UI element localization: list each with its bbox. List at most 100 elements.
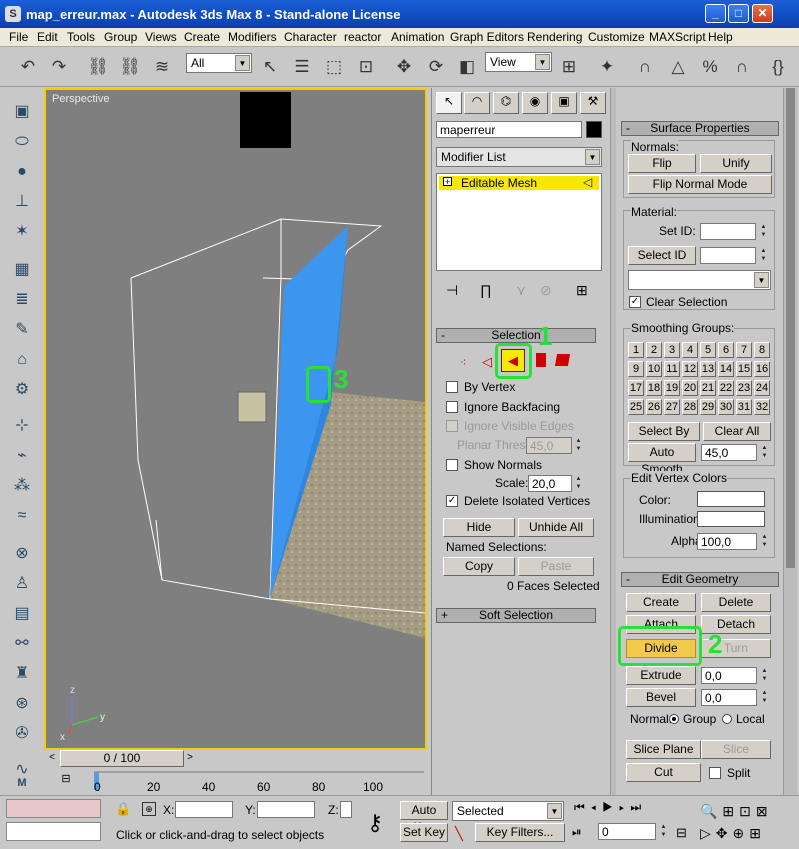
- document-icon[interactable]: ▤: [10, 602, 34, 626]
- menu-reactor[interactable]: reactor: [344, 30, 381, 44]
- planar-thresh-spinner[interactable]: ▲ ▼: [574, 437, 583, 454]
- panel-scrollbar[interactable]: [610, 88, 616, 800]
- smoothing-group-button[interactable]: 21: [700, 380, 716, 396]
- z-coordinate-field[interactable]: [340, 801, 352, 818]
- modifier-icon[interactable]: ✎: [10, 318, 34, 342]
- bones-icon[interactable]: ⚯: [10, 632, 34, 656]
- redo-icon[interactable]: ↷: [47, 55, 71, 79]
- bevel-field[interactable]: 0,0: [701, 689, 757, 706]
- menu-tools[interactable]: Tools: [67, 30, 95, 44]
- time-slider[interactable]: < 0 / 100 >: [44, 750, 427, 768]
- menu-help[interactable]: Help: [708, 30, 733, 44]
- scale-icon[interactable]: ◧: [455, 55, 479, 79]
- smoothing-group-button[interactable]: 23: [736, 380, 752, 396]
- x-coordinate-field[interactable]: [175, 801, 233, 818]
- create-box-icon[interactable]: ▣: [10, 100, 34, 124]
- modify-tab-icon[interactable]: ◠: [464, 92, 490, 114]
- menu-maxscript[interactable]: MAXScript: [649, 30, 706, 44]
- slice-button[interactable]: Slice: [701, 740, 771, 759]
- angle-snap-icon[interactable]: △: [666, 55, 690, 79]
- scale-spinner[interactable]: ▲ ▼: [574, 475, 583, 492]
- key-icon[interactable]: ⚷: [356, 804, 394, 842]
- unhide-all-button[interactable]: Unhide All: [518, 518, 594, 537]
- auto-smooth-field[interactable]: 45,0: [701, 444, 757, 461]
- by-vertex-checkbox[interactable]: [446, 381, 458, 393]
- perspective-viewport[interactable]: Perspective z y x 3: [44, 88, 427, 750]
- menu-file[interactable]: File: [9, 30, 28, 44]
- slice-plane-button[interactable]: Slice Plane: [626, 740, 701, 759]
- set-key-button[interactable]: Set Key: [400, 823, 448, 842]
- menu-graph-editors[interactable]: Graph Editors: [450, 30, 524, 44]
- smoothing-group-button[interactable]: 16: [754, 361, 770, 377]
- clear-all-button[interactable]: Clear All: [703, 422, 771, 441]
- smoothing-group-button[interactable]: 31: [736, 399, 752, 415]
- smoothing-group-button[interactable]: 14: [718, 361, 734, 377]
- smoothing-group-button[interactable]: 28: [682, 399, 698, 415]
- smoothing-group-button[interactable]: 30: [718, 399, 734, 415]
- display-tab-icon[interactable]: ▣: [551, 92, 577, 114]
- smoothing-group-button[interactable]: 24: [754, 380, 770, 396]
- make-unique-icon[interactable]: ⋎: [516, 282, 526, 299]
- menu-group[interactable]: Group: [104, 30, 137, 44]
- alpha-field[interactable]: 100,0: [697, 533, 757, 550]
- select-manipulate-icon[interactable]: ✦: [595, 55, 619, 79]
- display-icon[interactable]: ⊹: [10, 414, 34, 438]
- bevel-button[interactable]: Bevel: [626, 688, 696, 707]
- move-icon[interactable]: ✥: [392, 55, 416, 79]
- extrude-button[interactable]: Extrude: [626, 666, 696, 685]
- named-selection-icon[interactable]: {}: [766, 55, 790, 79]
- menu-edit[interactable]: Edit: [37, 30, 58, 44]
- utilities-icon[interactable]: ⌁: [10, 444, 34, 468]
- select-link-icon[interactable]: ⛓: [86, 55, 110, 79]
- cylinder-icon[interactable]: ⬭: [10, 130, 34, 154]
- element-mode-icon[interactable]: [554, 354, 571, 366]
- absolute-mode-icon[interactable]: ⊕: [142, 802, 156, 816]
- playback-controls[interactable]: ⏮◂▶▸⏭: [574, 800, 684, 820]
- remove-modifier-icon[interactable]: ⊘: [540, 282, 552, 299]
- selection-filter-dropdown[interactable]: All ▼: [186, 53, 252, 73]
- unlink-icon[interactable]: ⛓: [118, 55, 142, 79]
- select-object-icon[interactable]: ↖: [258, 55, 282, 79]
- key-filters-button[interactable]: Key Filters...: [475, 823, 565, 842]
- smoothing-group-button[interactable]: 29: [700, 399, 716, 415]
- maxscript-listener-icon[interactable]: M: [10, 771, 34, 795]
- selection-rollout-header[interactable]: - Selection: [436, 328, 596, 343]
- render-icon[interactable]: ⊛: [10, 692, 34, 716]
- smoothing-group-button[interactable]: 20: [682, 380, 698, 396]
- ignore-backfacing-checkbox[interactable]: [446, 401, 458, 413]
- edge-mode-icon[interactable]: ◁: [482, 354, 492, 370]
- smoothing-group-button[interactable]: 7: [736, 342, 752, 358]
- select-by-sg-button[interactable]: Select By SG: [628, 422, 700, 455]
- expand-icon[interactable]: +: [443, 177, 452, 187]
- planar-thresh-field[interactable]: 45,0: [526, 437, 572, 454]
- smoothing-group-button[interactable]: 1: [628, 342, 644, 358]
- hierarchy-tab-icon[interactable]: ⌬: [493, 92, 519, 114]
- gear-icon[interactable]: ⚙: [10, 378, 34, 402]
- smoothing-group-button[interactable]: 26: [646, 399, 662, 415]
- time-config-icon[interactable]: ⊟: [676, 825, 687, 841]
- cut-button[interactable]: Cut: [626, 763, 701, 782]
- surface-properties-header[interactable]: - Surface Properties: [621, 121, 779, 136]
- create-tab-icon[interactable]: ↖: [436, 92, 462, 114]
- configure-sets-icon[interactable]: ⊞: [576, 282, 588, 299]
- maxscript-mini-listener-top[interactable]: [6, 799, 101, 818]
- figure-icon[interactable]: ♜: [10, 662, 34, 686]
- smoothing-group-button[interactable]: 9: [628, 361, 644, 377]
- smoothing-group-button[interactable]: 27: [664, 399, 680, 415]
- set-id-field[interactable]: [700, 223, 756, 240]
- time-next-icon[interactable]: >: [184, 752, 196, 766]
- plane-icon[interactable]: ⊥: [10, 190, 34, 214]
- smoothing-group-button[interactable]: 2: [646, 342, 662, 358]
- link-icon[interactable]: ⊗: [10, 542, 34, 566]
- normal-local-radio[interactable]: [722, 714, 732, 724]
- minimize-button[interactable]: _: [705, 4, 726, 23]
- smoothing-group-button[interactable]: 12: [682, 361, 698, 377]
- wave-icon[interactable]: ≈: [10, 504, 34, 528]
- key-mode-dropdown[interactable]: Selected ▼: [452, 801, 564, 821]
- smoothing-group-button[interactable]: 18: [646, 380, 662, 396]
- menu-animation[interactable]: Animation: [391, 30, 444, 44]
- sphere-icon[interactable]: ●: [10, 160, 34, 184]
- auto-key-button[interactable]: Auto Key: [400, 801, 448, 834]
- smoothing-group-button[interactable]: 22: [718, 380, 734, 396]
- vertex-mode-icon[interactable]: ⁖: [460, 356, 466, 369]
